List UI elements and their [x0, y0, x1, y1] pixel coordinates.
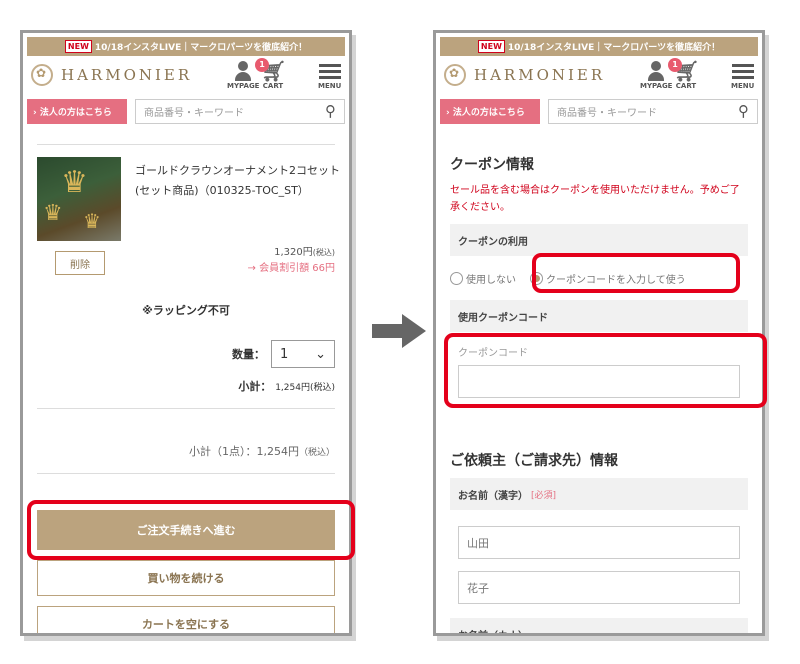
search-row: › 法人の方はこちら 商品番号・キーワード ⚲: [27, 96, 345, 126]
coupon-no-label: 使用しない: [466, 274, 516, 286]
logo-emblem-icon: [31, 64, 53, 86]
member-discount: → 会員割引額 66円: [247, 263, 335, 274]
quantity-value: 1: [280, 346, 289, 362]
first-name-input[interactable]: 花子: [458, 571, 740, 604]
total-label: 小計（1点）：1,254円: [188, 445, 299, 458]
price-block: 1,320円(税込) → 会員割引額 66円: [248, 245, 335, 277]
quantity-label: 数量：: [232, 348, 265, 361]
quantity-select[interactable]: 1 ⌄: [271, 340, 335, 368]
logo[interactable]: HARMONIER: [444, 64, 605, 86]
radio-off-icon: [450, 271, 463, 285]
coupon-section-title: クーポン情報: [450, 157, 534, 173]
user-icon: [646, 60, 666, 82]
cart-label: CART: [675, 82, 697, 90]
logo[interactable]: HARMONIER: [31, 64, 192, 86]
order-form: クーポン情報 セール品を含む場合はクーポンを使用いただけません。予めご了承くださ…: [436, 154, 762, 633]
product-image[interactable]: ♛ ♛ ♛: [37, 157, 121, 241]
cart-icon: 🛒︎ 1: [255, 58, 286, 82]
cart-count-badge: 1: [668, 58, 682, 72]
logo-text: HARMONIER: [61, 66, 193, 84]
item-subtotal: 小計： 1,254円(税込): [37, 378, 335, 394]
corporate-link-button[interactable]: › 法人の方はこちら: [440, 98, 540, 124]
new-badge: NEW: [64, 40, 92, 53]
cart-button[interactable]: 🛒︎ 1 CART: [255, 58, 286, 90]
coupon-code-input[interactable]: [458, 365, 740, 398]
cart-count-badge: 1: [255, 58, 269, 72]
product-name[interactable]: ゴールドクラウンオーナメント2コセット(セット商品)（010325-TOC_ST…: [135, 161, 345, 201]
menu-label: MENU: [731, 82, 755, 90]
promo-banner[interactable]: NEW 10/18インスタLIVE｜マークロパーツを徹底紹介！: [27, 37, 345, 56]
arrow-right-icon: [372, 314, 426, 348]
menu-button[interactable]: MENU: [731, 60, 754, 90]
search-icon[interactable]: ⚲: [325, 102, 336, 120]
crown-icon: ♛: [83, 209, 101, 233]
search-icon[interactable]: ⚲: [738, 102, 749, 120]
coupon-no-radio[interactable]: 使用しない: [450, 271, 516, 286]
chevron-down-icon: ⌄: [315, 346, 326, 362]
user-icon: [233, 60, 253, 82]
cart-body: ♛ ♛ ♛ ゴールドクラウンオーナメント2コセット(セット商品)（010325-…: [23, 144, 349, 633]
coupon-code-field-label: クーポンコード: [458, 348, 528, 359]
mypage-label: MYPAGE: [227, 82, 260, 90]
search-placeholder: 商品番号・キーワード: [144, 107, 244, 119]
search-input[interactable]: 商品番号・キーワード ⚲: [135, 98, 345, 124]
checkout-button[interactable]: ご注文手続きへ進む: [37, 510, 335, 550]
order-form-screen: NEW 10/18インスタLIVE｜マークロパーツを徹底紹介！ HARMONIE…: [433, 30, 765, 636]
last-name-input[interactable]: 山田: [458, 526, 740, 559]
item-price: 1,320円: [274, 247, 313, 258]
cart-total: 小計（1点）：1,254円（税込）: [37, 443, 335, 459]
search-input[interactable]: 商品番号・キーワード ⚲: [548, 98, 758, 124]
required-badge: [必須]: [531, 490, 557, 501]
promo-banner[interactable]: NEW 10/18インスタLIVE｜マークロパーツを徹底紹介！: [440, 37, 758, 56]
name-kanji-label: お名前（漢字） [必須]: [450, 478, 748, 510]
radio-on-icon: [530, 271, 543, 285]
delete-button[interactable]: 削除: [55, 251, 105, 275]
mypage-label: MYPAGE: [640, 82, 673, 90]
crown-icon: ♛: [61, 165, 88, 200]
corporate-link-button[interactable]: › 法人の方はこちら: [27, 98, 127, 124]
quantity-row: 数量： 1 ⌄: [37, 340, 335, 368]
hamburger-icon: [731, 60, 754, 82]
coupon-notice: セール品を含む場合はクーポンを使用いただけません。予めご了承ください。: [450, 185, 740, 213]
search-placeholder: 商品番号・キーワード: [557, 107, 657, 119]
empty-cart-button[interactable]: カートを空にする: [37, 606, 335, 633]
cart-label: CART: [262, 82, 284, 90]
subtotal-label: 小計：: [238, 380, 272, 393]
site-header: HARMONIER MYPAGE 🛒︎1 CART MENU: [23, 56, 349, 96]
coupon-radio-group: 使用しない クーポンコードを入力して使う: [450, 256, 748, 300]
new-badge: NEW: [477, 40, 505, 53]
site-header: HARMONIER MYPAGE 🛒︎1 CART MENU: [436, 56, 762, 96]
divider: [37, 408, 335, 409]
menu-label: MENU: [318, 82, 342, 90]
coupon-yes-label: クーポンコードを入力して使う: [546, 274, 686, 286]
divider: [37, 473, 335, 474]
subtotal-value: 1,254円(税込): [275, 383, 335, 393]
total-tax: （税込）: [298, 448, 335, 458]
banner-text: 10/18インスタLIVE｜マークロパーツを徹底紹介！: [94, 43, 308, 53]
price-tax: (税込): [312, 248, 335, 257]
coupon-yes-radio[interactable]: クーポンコードを入力して使う: [530, 271, 686, 286]
crown-icon: ♛: [43, 201, 63, 226]
wrapping-note: ※ラッピング不可: [142, 304, 230, 317]
cart-icon: 🛒︎ 1: [668, 58, 699, 82]
continue-shopping-button[interactable]: 買い物を続ける: [37, 560, 335, 596]
hamburger-icon: [318, 60, 341, 82]
banner-text: 10/18インスタLIVE｜マークロパーツを徹底紹介！: [507, 43, 721, 53]
coupon-code-label: 使用クーポンコード: [450, 300, 748, 332]
menu-button[interactable]: MENU: [318, 60, 341, 90]
cart-item: ♛ ♛ ♛ ゴールドクラウンオーナメント2コセット(セット商品)（010325-…: [37, 145, 340, 290]
logo-text: HARMONIER: [474, 66, 606, 84]
requester-section-title: ご依頼主（ご請求先）情報: [450, 453, 618, 469]
cart-button[interactable]: 🛒︎ 1 CART: [668, 58, 699, 90]
logo-emblem-icon: [444, 64, 466, 86]
search-row: › 法人の方はこちら 商品番号・キーワード ⚲: [440, 96, 758, 126]
name-kana-label: お名前（カナ）: [450, 618, 748, 633]
name-label-text: お名前（漢字）: [458, 490, 528, 502]
cart-screen: NEW 10/18インスタLIVE｜マークロパーツを徹底紹介！ HARMONIE…: [20, 30, 352, 636]
coupon-use-label: クーポンの利用: [450, 224, 748, 256]
